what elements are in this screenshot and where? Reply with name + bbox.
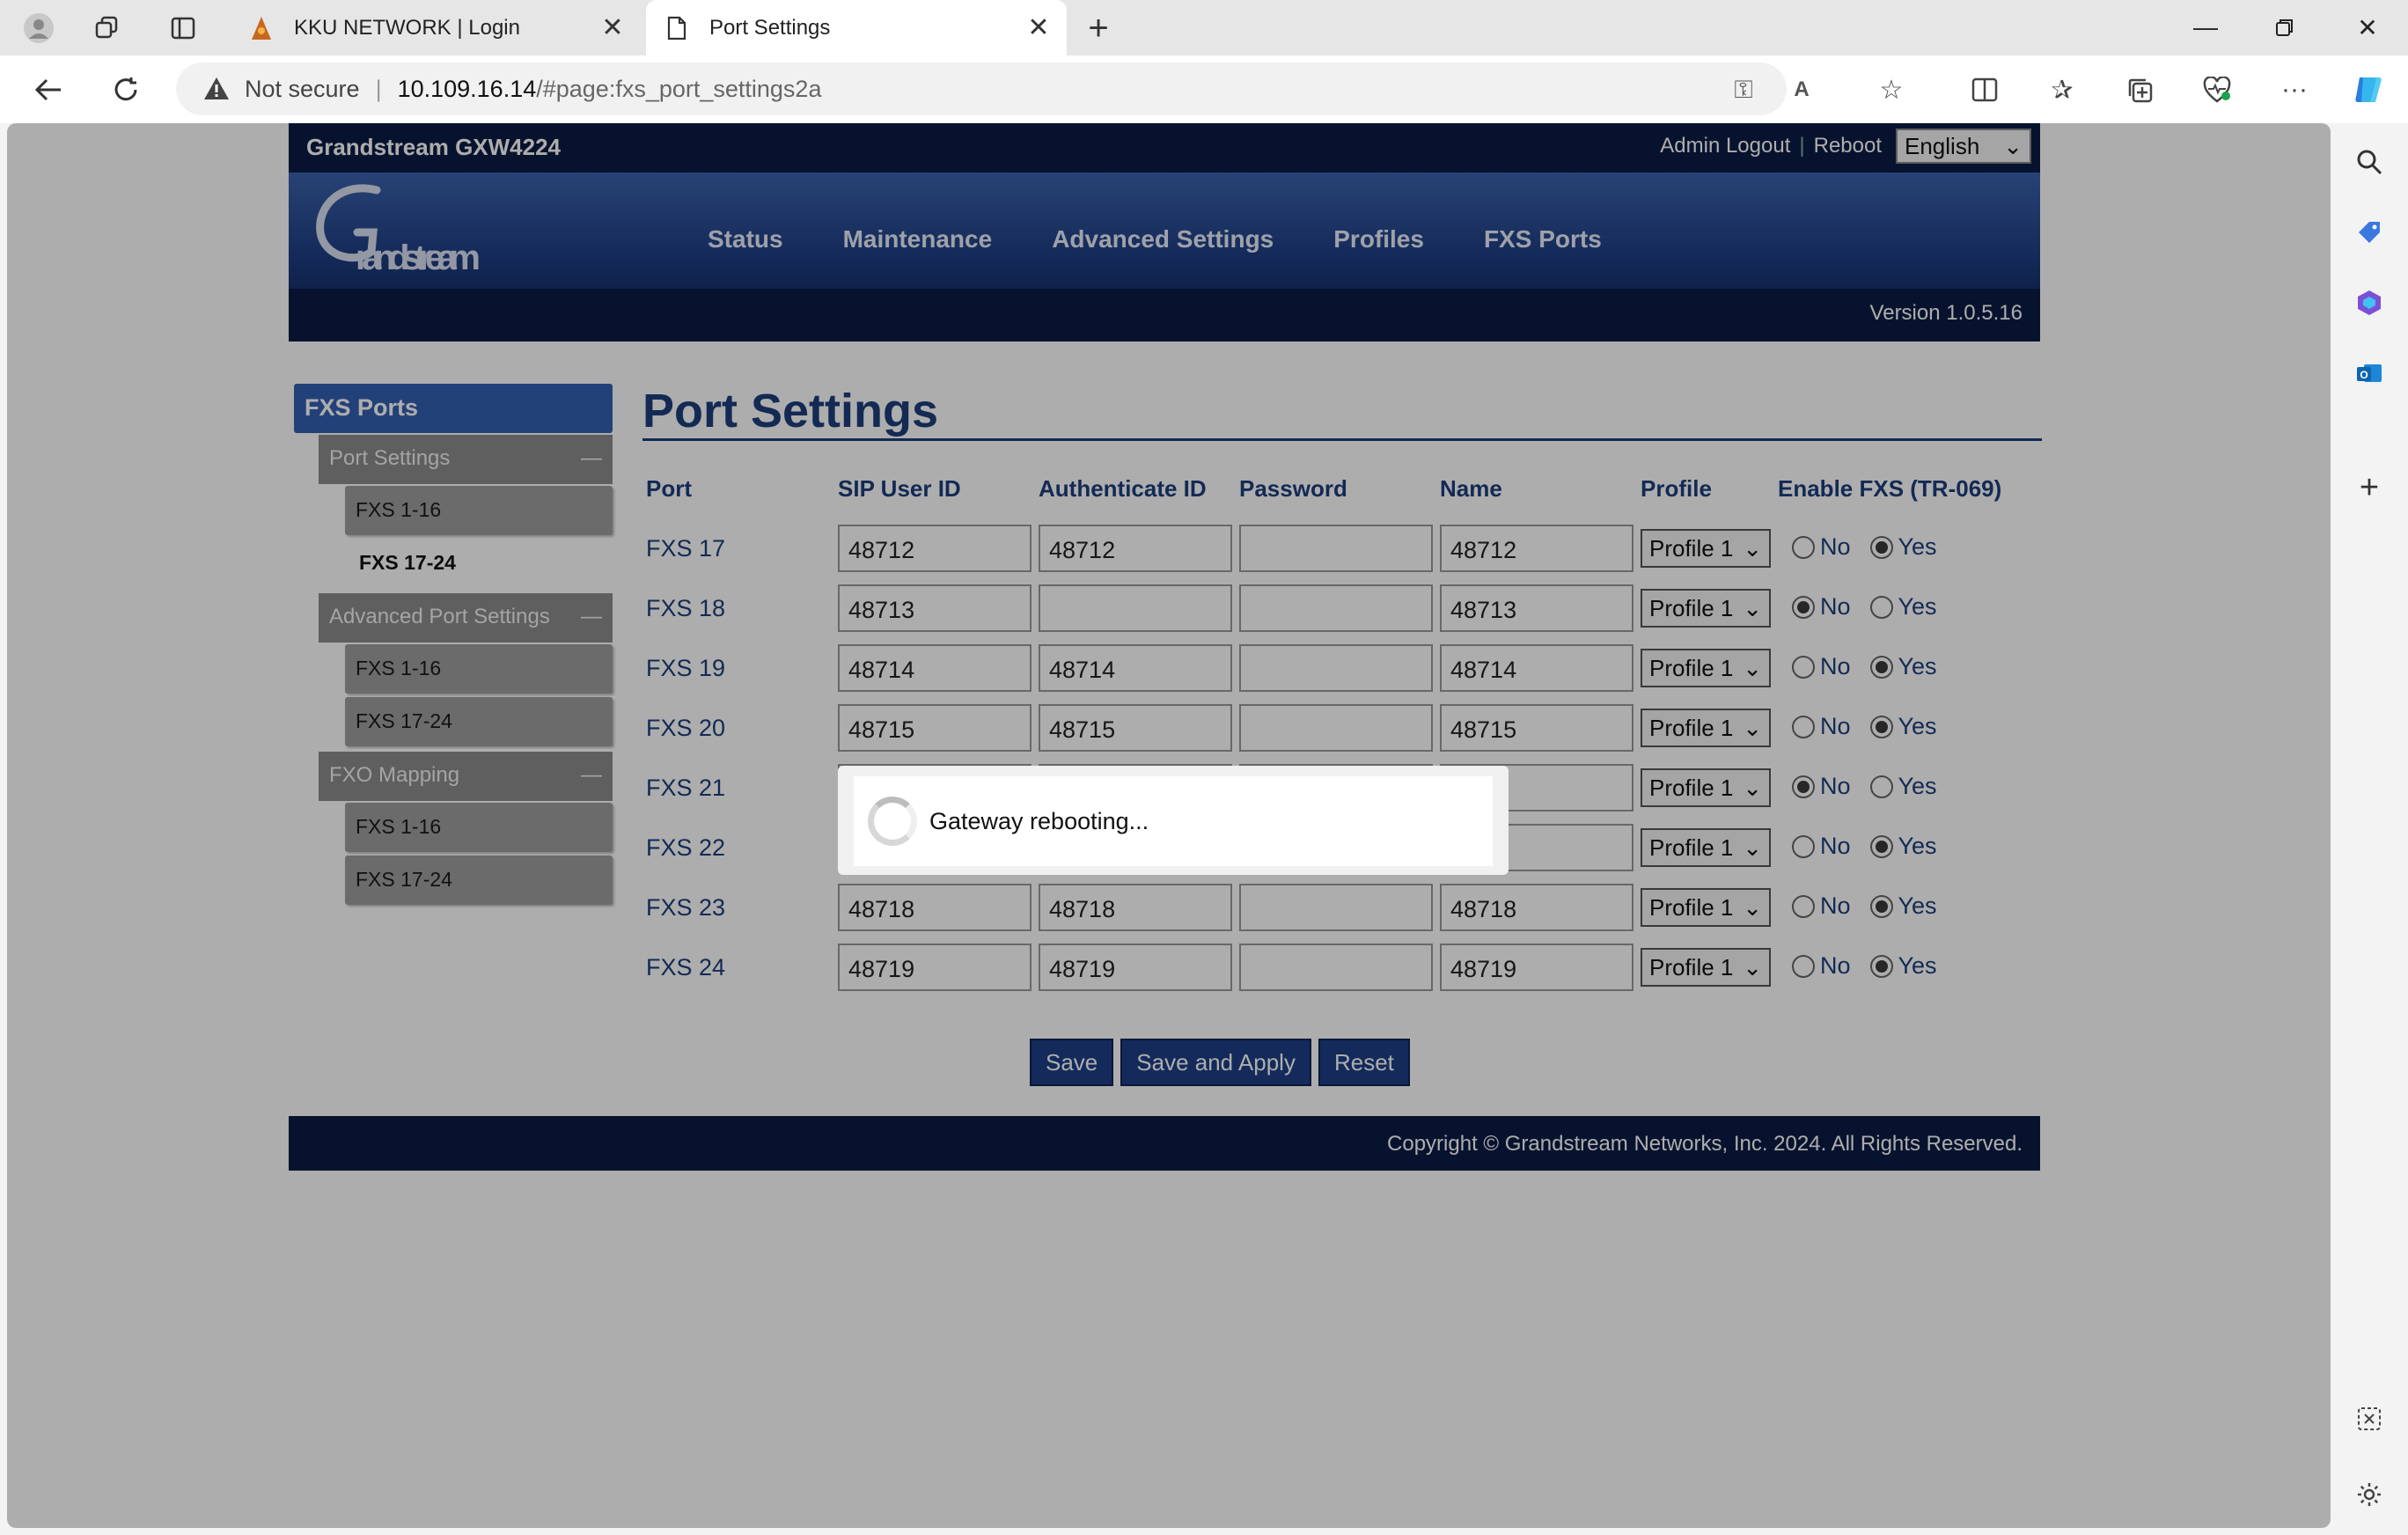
security-status[interactable]: Not secure — [245, 76, 360, 103]
address-toolbar: Not secure | 10.109.16.14 /#page:fxs_por… — [0, 55, 2408, 123]
shopping-tag-icon[interactable] — [2350, 213, 2389, 252]
tab-title: Port Settings — [709, 15, 831, 40]
reboot-modal-body: Gateway rebooting... — [854, 776, 1493, 866]
url-bar[interactable]: Not secure | 10.109.16.14 /#page:fxs_por… — [176, 62, 1810, 115]
tab-port-settings[interactable]: Port Settings ✕ — [646, 0, 1067, 55]
tab-kku-network-login[interactable]: KKU NETWORK | Login ✕ — [231, 0, 641, 55]
tab-close-icon[interactable]: ✕ — [595, 12, 630, 43]
url-separator: | — [375, 75, 382, 102]
restore-icon[interactable] — [2250, 7, 2320, 48]
new-tab-button[interactable]: + — [1079, 9, 1118, 48]
read-aloud-icon[interactable]: A — [1785, 73, 1818, 106]
tab-favicon-icon — [248, 15, 275, 41]
favorites-icon[interactable]: ✰ — [2042, 70, 2082, 110]
collections-icon[interactable] — [2119, 70, 2160, 110]
reboot-modal: Gateway rebooting... — [838, 766, 1509, 875]
add-sidebar-app-icon[interactable]: + — [2350, 468, 2389, 507]
edge-sidebar: O + — [2331, 123, 2408, 1535]
loading-spinner-icon — [868, 797, 917, 846]
minimize-icon[interactable]: — — [2170, 7, 2241, 48]
browser-tabstrip: KKU NETWORK | Login ✕ Port Settings ✕ + … — [0, 0, 2408, 55]
password-key-icon[interactable]: ⚿ — [1727, 73, 1760, 106]
page-viewport: Grandstream GXW4224 Admin Logout | Reboo… — [7, 123, 2331, 1528]
svg-text:O: O — [2360, 369, 2368, 381]
favorite-star-icon[interactable]: ☆ — [1871, 70, 1912, 110]
vertical-tabs-icon[interactable] — [164, 9, 202, 48]
reboot-message: Gateway rebooting... — [929, 807, 1149, 834]
m365-icon[interactable] — [2350, 283, 2389, 322]
back-icon[interactable] — [28, 70, 69, 110]
profile-avatar-icon[interactable] — [19, 9, 58, 48]
url-path: /#page:fxs_port_settings2a — [536, 75, 822, 102]
settings-gear-icon[interactable] — [2350, 1475, 2389, 1514]
outlook-icon[interactable]: O — [2350, 354, 2389, 393]
tab-close-icon[interactable]: ✕ — [1021, 12, 1056, 43]
window-close-icon[interactable]: ✕ — [2332, 7, 2403, 48]
page-favicon-icon — [664, 15, 690, 41]
warning-icon — [204, 77, 229, 99]
split-screen-icon[interactable] — [1964, 70, 2005, 110]
refresh-icon[interactable] — [106, 70, 146, 110]
browser-essentials-icon[interactable] — [2197, 70, 2237, 110]
tab-title: KKU NETWORK | Login — [294, 15, 520, 40]
search-icon[interactable] — [2350, 143, 2389, 181]
screenshot-tool-icon[interactable] — [2350, 1399, 2389, 1438]
url-host: 10.109.16.14 — [397, 75, 537, 102]
workspaces-icon[interactable] — [88, 9, 127, 48]
more-options-icon[interactable]: ··· — [2274, 70, 2315, 110]
copilot-icon[interactable] — [2348, 70, 2389, 110]
